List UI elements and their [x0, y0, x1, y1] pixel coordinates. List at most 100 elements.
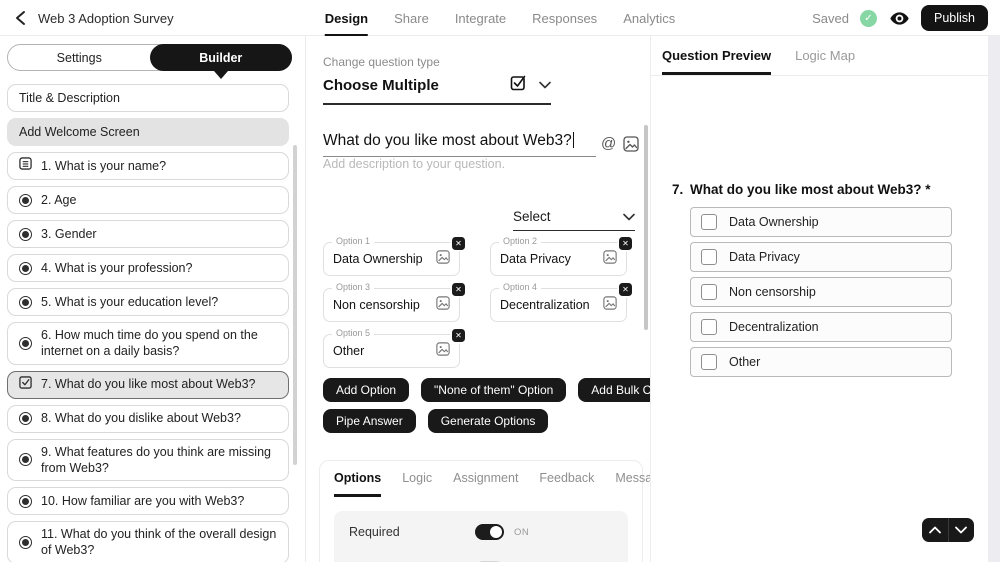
delete-option-icon[interactable]: ✕	[619, 283, 632, 296]
sidebar-item-title-description[interactable]: Title & Description	[7, 84, 289, 112]
sidebar-item-q5[interactable]: 5. What is your education level?	[7, 288, 289, 316]
pipe-answer-button[interactable]: Pipe Answer	[323, 409, 416, 433]
sidebar-item-q3[interactable]: 3. Gender	[7, 220, 289, 248]
item-label: Title & Description	[19, 90, 120, 106]
preview-eye-icon[interactable]	[888, 7, 910, 29]
option-label: Decentralization	[729, 320, 819, 334]
sidebar-item-add-welcome-screen[interactable]: Add Welcome Screen	[7, 118, 289, 146]
delete-option-icon[interactable]: ✕	[619, 237, 632, 250]
delete-option-icon[interactable]: ✕	[452, 283, 465, 296]
tab-logic[interactable]: Logic	[402, 471, 432, 497]
option-value-input[interactable]: Data Privacy	[500, 252, 597, 266]
mention-at-icon[interactable]: @	[601, 135, 616, 152]
sidebar-item-q6[interactable]: 6. How much time do you spend on the int…	[7, 322, 289, 365]
option-image-icon[interactable]	[603, 296, 617, 315]
generate-options-button[interactable]: Generate Options	[428, 409, 549, 433]
required-toggle[interactable]	[475, 524, 504, 540]
back-chevron-icon[interactable]	[12, 8, 32, 28]
sidebar-item-q7[interactable]: 7. What do you like most about Web3?	[7, 371, 289, 399]
option-field-4: Option 4 Decentralization ✕	[490, 288, 627, 322]
required-label: Required	[349, 525, 475, 539]
nav-responses[interactable]: Responses	[532, 0, 597, 36]
option-value-input[interactable]: Data Ownership	[333, 252, 430, 266]
item-label: 2. Age	[41, 192, 76, 208]
option-field-3: Option 3 Non censorship ✕	[323, 288, 460, 322]
nav-integrate[interactable]: Integrate	[455, 0, 506, 36]
checkbox-empty-icon[interactable]	[701, 319, 717, 335]
question-title-input[interactable]: What do you like most about Web3?	[323, 132, 596, 157]
publish-button[interactable]: Publish	[921, 5, 988, 31]
delete-option-icon[interactable]: ✕	[452, 329, 465, 342]
nav-analytics[interactable]: Analytics	[623, 0, 675, 36]
tab-builder[interactable]: Builder	[150, 44, 293, 71]
checkbox-empty-icon[interactable]	[701, 284, 717, 300]
description-input[interactable]: Add description to your question.	[323, 157, 505, 171]
item-label: 10. How familiar are you with Web3?	[41, 493, 244, 509]
preview-tab-bar: Question Preview Logic Map	[651, 36, 988, 76]
option-field-label: Option 5	[332, 328, 374, 338]
sidebar-item-q4[interactable]: 4. What is your profession?	[7, 254, 289, 282]
preview-option-data-privacy[interactable]: Data Privacy	[690, 242, 952, 272]
select-dropdown[interactable]: Select	[513, 209, 635, 231]
option-image-icon[interactable]	[436, 342, 450, 361]
options-settings-panel: Required ON Hide always OFF	[334, 511, 628, 562]
tab-messages[interactable]: Messages	[615, 471, 650, 497]
top-nav: Design Share Integrate Responses Analyti…	[325, 0, 675, 36]
top-bar: Web 3 Adoption Survey Design Share Integ…	[0, 0, 1000, 36]
next-question-icon[interactable]	[949, 518, 975, 542]
option-label: Data Ownership	[729, 215, 819, 229]
sidebar-item-q2[interactable]: 2. Age	[7, 186, 289, 214]
nav-design[interactable]: Design	[325, 0, 368, 36]
option-label: Data Privacy	[729, 250, 800, 264]
checkbox-empty-icon[interactable]	[701, 249, 717, 265]
page-scrollbar[interactable]	[988, 36, 1000, 562]
radio-icon	[19, 228, 32, 241]
tab-assignment[interactable]: Assignment	[453, 471, 518, 497]
sidebar-item-q10[interactable]: 10. How familiar are you with Web3?	[7, 487, 289, 515]
option-actions-row-1: Add Option "None of them" Option Add Bul…	[323, 378, 650, 402]
toggle-knob	[490, 526, 502, 538]
sidebar-item-q8[interactable]: 8. What do you dislike about Web3?	[7, 405, 289, 433]
option-value-input[interactable]: Decentralization	[500, 298, 597, 312]
option-image-icon[interactable]	[603, 250, 617, 269]
option-field-5: Option 5 Other ✕	[323, 334, 460, 368]
option-image-icon[interactable]	[436, 296, 450, 315]
question-type-value: Choose Multiple	[323, 77, 498, 94]
question-type-dropdown[interactable]: Choose Multiple	[323, 74, 551, 105]
sidebar-scrollbar[interactable]	[293, 145, 297, 465]
tab-settings[interactable]: Settings	[8, 45, 151, 70]
previous-question-icon[interactable]	[922, 518, 948, 542]
tab-question-preview[interactable]: Question Preview	[662, 48, 771, 75]
preview-option-non-censorship[interactable]: Non censorship	[690, 277, 952, 307]
radio-icon	[19, 194, 32, 207]
top-bar-actions: Saved ✓ Publish	[812, 0, 988, 36]
item-label: 3. Gender	[41, 226, 97, 242]
none-of-them-button[interactable]: "None of them" Option	[421, 378, 566, 402]
checkbox-empty-icon[interactable]	[701, 214, 717, 230]
change-question-type-label: Change question type	[323, 55, 440, 69]
option-field-label: Option 1	[332, 236, 374, 246]
preview-question-text: What do you like most about Web3? *	[690, 182, 931, 197]
preview-option-decentralization[interactable]: Decentralization	[690, 312, 952, 342]
tab-options[interactable]: Options	[334, 471, 381, 497]
add-bulk-choice-button[interactable]: Add Bulk Choice	[578, 378, 650, 402]
sidebar-item-q1[interactable]: 1. What is your name?	[7, 152, 289, 180]
option-image-icon[interactable]	[436, 250, 450, 269]
tab-feedback[interactable]: Feedback	[539, 471, 594, 497]
preview-option-other[interactable]: Other	[690, 347, 952, 377]
tab-logic-map[interactable]: Logic Map	[795, 48, 855, 75]
option-value-input[interactable]: Non censorship	[333, 298, 430, 312]
sidebar-item-q9[interactable]: 9. What features do you think are missin…	[7, 439, 289, 482]
nav-share[interactable]: Share	[394, 0, 429, 36]
checkbox-type-icon	[510, 74, 527, 96]
add-image-icon[interactable]	[623, 136, 639, 157]
checkbox-empty-icon[interactable]	[701, 354, 717, 370]
item-label: 5. What is your education level?	[41, 294, 218, 310]
sidebar-item-q11[interactable]: 11. What do you think of the overall des…	[7, 521, 289, 562]
text-answer-icon	[19, 157, 32, 174]
delete-option-icon[interactable]: ✕	[452, 237, 465, 250]
option-value-input[interactable]: Other	[333, 344, 430, 358]
add-option-button[interactable]: Add Option	[323, 378, 409, 402]
editor-scrollbar[interactable]	[644, 125, 648, 330]
preview-option-data-ownership[interactable]: Data Ownership	[690, 207, 952, 237]
